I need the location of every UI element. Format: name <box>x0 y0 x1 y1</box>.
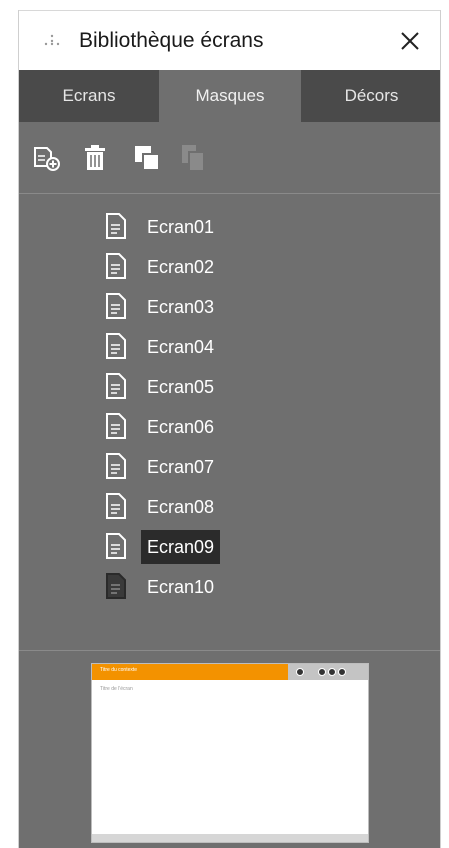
preview-dot-icon <box>318 668 326 676</box>
panel-title: Bibliothèque écrans <box>79 29 264 52</box>
document-icon <box>106 453 126 479</box>
list-item-label: Ecran10 <box>147 577 215 597</box>
preview-footer <box>92 834 368 842</box>
list-item-label: Ecran09 <box>141 530 221 564</box>
screen-library-panel: Bibliothèque écrans Ecrans Masques Décor… <box>18 10 441 848</box>
trash-icon[interactable] <box>79 142 111 174</box>
preview-header-text: Titre du contexte <box>100 667 138 673</box>
add-screen-icon[interactable] <box>31 142 63 174</box>
tab-decors[interactable]: Décors <box>301 70 442 122</box>
divider <box>19 650 440 651</box>
preview-header: Titre du contexte <box>92 664 288 680</box>
title-bar: Bibliothèque écrans <box>19 10 440 70</box>
document-icon <box>106 493 126 519</box>
tab-masques[interactable]: Masques <box>159 70 301 122</box>
list-item-label: Ecran04 <box>147 337 215 357</box>
duplicate-icon[interactable] <box>131 142 163 174</box>
list-item-label: Ecran01 <box>147 217 215 237</box>
drag-handle-icon[interactable] <box>43 33 61 47</box>
tab-bar: Ecrans Masques Décors <box>19 70 440 122</box>
screen-preview-thumbnail[interactable]: Titre du contexte Titre de l'écran <box>91 663 369 843</box>
list-item-label: Ecran03 <box>147 297 215 317</box>
preview-dot-icon <box>338 668 346 676</box>
document-icon <box>106 413 126 439</box>
list-item-label: Ecran08 <box>147 497 215 517</box>
document-icon <box>106 373 126 399</box>
document-icon <box>106 253 126 279</box>
document-icon <box>106 213 126 239</box>
toolbar <box>19 122 440 194</box>
preview-subtitle: Titre de l'écran <box>100 686 133 692</box>
preview-dot-icon <box>328 668 336 676</box>
list-item-label: Ecran05 <box>147 377 215 397</box>
document-icon <box>106 333 126 359</box>
document-icon <box>106 533 126 559</box>
tab-ecrans[interactable]: Ecrans <box>19 70 159 122</box>
preview-settings-icon <box>296 668 304 676</box>
list-item-label: Ecran06 <box>147 417 215 437</box>
paste-icon <box>182 145 205 172</box>
document-icon <box>106 293 126 319</box>
list-item-label: Ecran07 <box>147 457 215 477</box>
list-item-label: Ecran02 <box>147 257 215 277</box>
close-icon[interactable] <box>394 25 426 57</box>
document-dark-icon <box>106 573 126 599</box>
preview-header-controls <box>288 664 368 680</box>
